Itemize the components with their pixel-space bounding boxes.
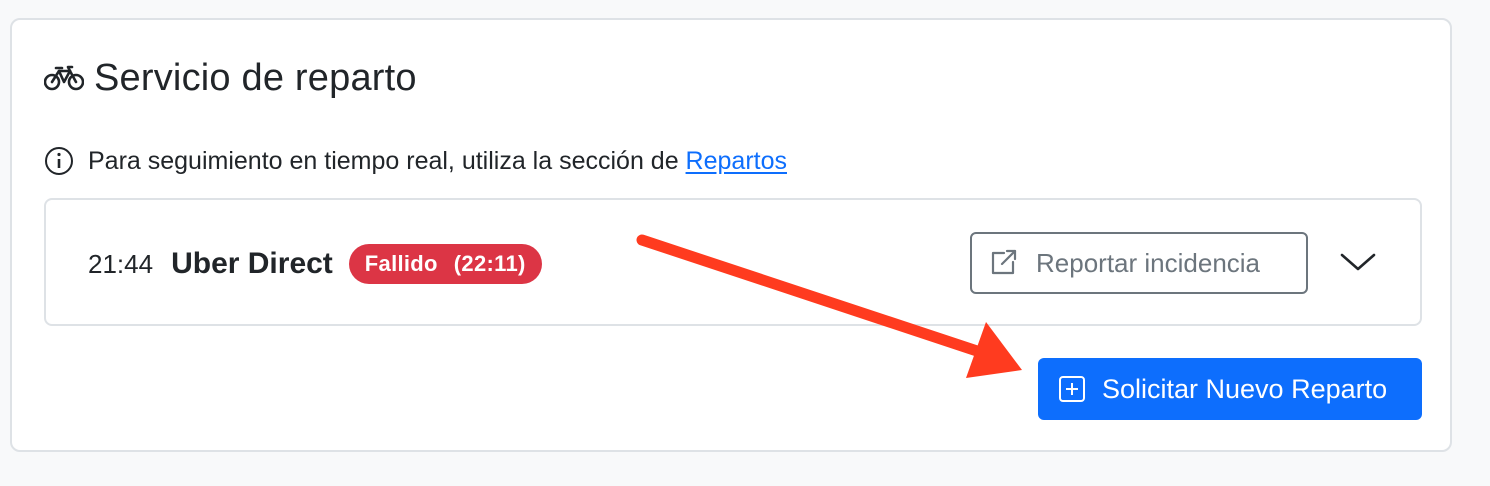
card-header: Servicio de reparto	[44, 56, 417, 100]
status-label: Fallido	[364, 251, 438, 276]
delivery-summary: 21:44 Uber Direct Fallido (22:11)	[88, 244, 542, 284]
chevron-down-icon	[1340, 252, 1376, 277]
info-message: Para seguimiento en tiempo real, utiliza…	[44, 144, 787, 178]
bicycle-icon	[44, 65, 84, 91]
status-time: (22:11)	[453, 251, 526, 276]
request-new-delivery-label: Solicitar Nuevo Reparto	[1102, 373, 1388, 404]
status-badge: Fallido (22:11)	[348, 244, 542, 284]
info-text: Para seguimiento en tiempo real, utiliza…	[88, 146, 787, 175]
delivery-time: 21:44	[88, 248, 154, 279]
card-title: Servicio de reparto	[94, 56, 417, 99]
info-circle-icon	[44, 146, 74, 176]
external-link-icon	[988, 248, 1018, 278]
report-incident-label: Reportar incidencia	[1036, 247, 1261, 278]
repartos-link[interactable]: Repartos	[686, 147, 787, 175]
request-new-delivery-button[interactable]: Solicitar Nuevo Reparto	[1038, 358, 1422, 420]
delivery-provider: Uber Direct	[171, 247, 333, 280]
expand-toggle[interactable]	[1338, 244, 1378, 284]
report-incident-button[interactable]: Reportar incidencia	[970, 232, 1308, 294]
delivery-service-card: Servicio de reparto Para seguimiento en …	[10, 18, 1452, 452]
plus-square-icon	[1058, 375, 1086, 403]
delivery-item: 21:44 Uber Direct Fallido (22:11) Reporta…	[44, 198, 1422, 326]
